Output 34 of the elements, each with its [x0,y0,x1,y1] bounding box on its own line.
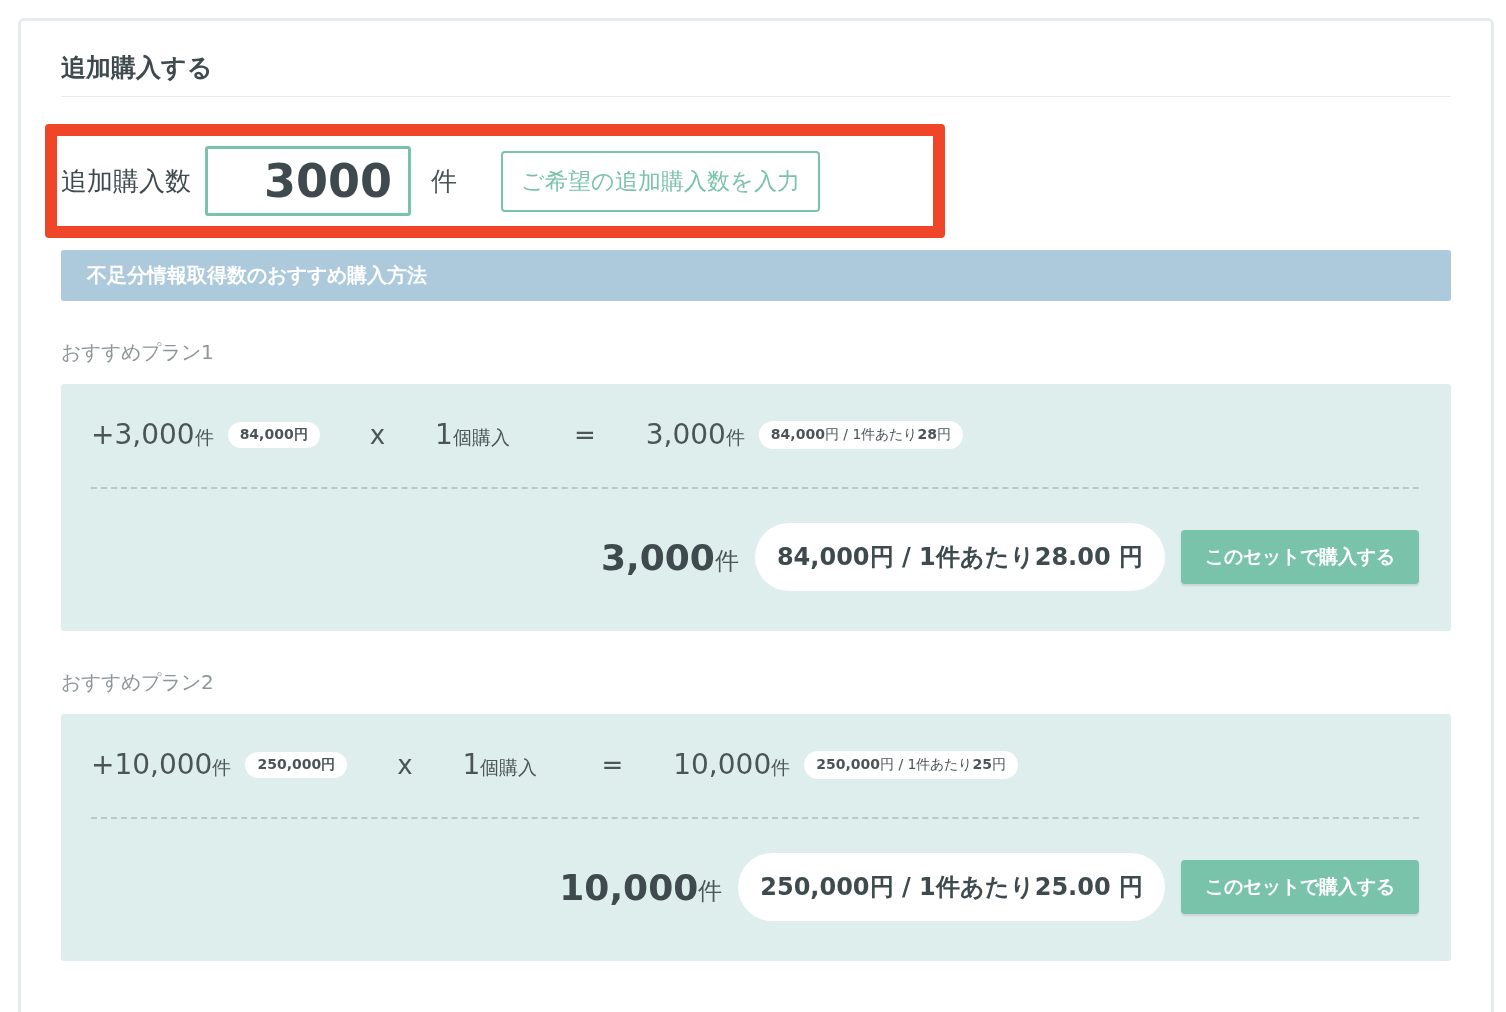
unit-label: 件 [725,425,745,450]
unit-label: 個購入 [452,425,510,450]
total-count: 3,000 [601,536,715,578]
total-price-pill: 250,000円 / 1件あたり25.00 円 [738,853,1165,921]
plan-title: おすすめプラン2 [61,669,215,696]
equals-sign: = [601,749,624,780]
hint-callout: ご希望の追加購入数を入力 [501,150,820,212]
result-text: 3,000 [645,418,726,451]
total-count: 10,000 [559,866,699,908]
amount-text: +3,000 [91,418,195,451]
section-title: 追加購入する [61,51,1451,97]
price-pill: 250,000円 [245,751,348,778]
section-bar: 不足分情報取得数のおすすめ購入方法 [61,250,1451,301]
times-sign: x [397,749,413,780]
amount-text: +10,000 [91,748,213,781]
unit-label: 件 [714,547,739,577]
unit-label: 件 [431,164,457,198]
unit-label: 件 [212,755,232,780]
result-text: 10,000 [673,748,772,781]
quantity-field[interactable]: 3000 [205,146,411,216]
times-sign: x [369,419,386,450]
unit-label: 件 [194,425,214,450]
buy-set-button[interactable]: このセットで購入する [1181,530,1419,584]
total-price-pill: 84,000円 / 1件あたり28.00 円 [754,523,1165,591]
unit-label: 個購入 [480,755,538,780]
buy-set-button[interactable]: このセットで購入する [1181,860,1419,914]
count-text: 1 [435,418,453,451]
unit-label: 件 [771,755,791,780]
unit-label: 件 [698,877,723,907]
equals-sign: = [573,419,596,450]
quantity-label: 追加購入数 [61,164,191,198]
price-pill: 84,000円 [227,421,320,448]
plan-title: おすすめプラン1 [61,339,215,366]
count-text: 1 [462,748,481,781]
